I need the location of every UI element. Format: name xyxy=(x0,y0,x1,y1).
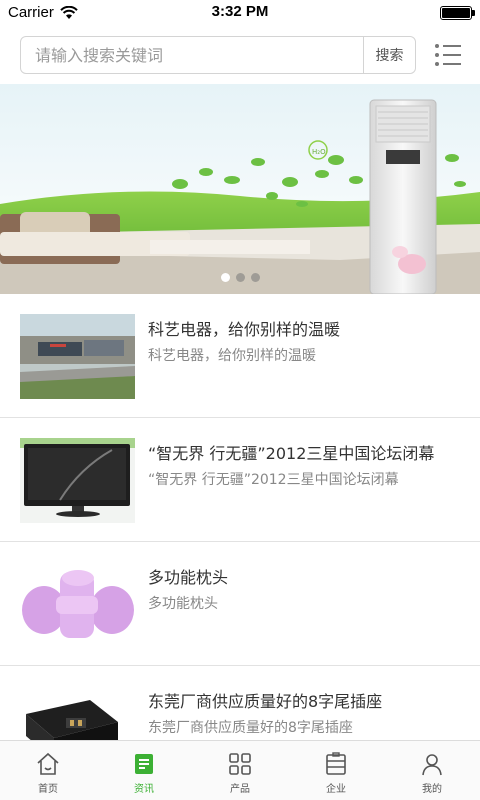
banner-image: H₂O xyxy=(0,84,480,294)
news-item[interactable]: 科艺电器，给你别样的温暖 科艺电器，给你别样的温暖 xyxy=(0,294,480,418)
news-thumbnail xyxy=(20,562,135,647)
search-box: 搜索 xyxy=(20,36,416,74)
news-thumbnail xyxy=(20,438,135,523)
search-input[interactable] xyxy=(21,37,363,73)
news-title: 东莞厂商供应质量好的8字尾插座 xyxy=(148,692,383,711)
clock: 3:32 PM xyxy=(211,3,269,20)
news-summary: “智无界 行无疆”2012三星中国论坛闭幕 xyxy=(148,472,399,488)
user-icon xyxy=(422,754,442,776)
news-summary: 科艺电器，给你别样的温暖 xyxy=(148,348,316,364)
building-icon xyxy=(326,752,346,775)
news-title: 科艺电器，给你别样的温暖 xyxy=(148,320,341,339)
news-title: “智无界 行无疆”2012三星中国论坛闭幕 xyxy=(148,444,435,463)
tab-products[interactable]: 产品 xyxy=(192,741,288,800)
search-header: 搜索 xyxy=(0,26,480,84)
tab-label: 产品 xyxy=(230,784,250,795)
banner-carousel[interactable]: H₂O xyxy=(0,84,480,294)
news-item[interactable]: 多功能枕头 多功能枕头 xyxy=(0,542,480,666)
tab-mine[interactable]: 我的 xyxy=(384,741,480,800)
carousel-dot-1[interactable] xyxy=(220,273,230,282)
news-icon xyxy=(135,754,153,774)
grid-icon xyxy=(229,753,251,775)
search-button[interactable]: 搜索 xyxy=(363,37,415,73)
carousel-dots xyxy=(0,273,480,282)
tab-label: 我的 xyxy=(422,784,442,795)
status-bar: Carrier 3:32 PM xyxy=(0,0,480,26)
tab-company[interactable]: 企业 xyxy=(288,741,384,800)
tab-label: 资讯 xyxy=(134,784,154,795)
news-list: 科艺电器，给你别样的温暖 科艺电器，给你别样的温暖 “智无界 行无疆”2012三… xyxy=(0,294,480,790)
tab-home[interactable]: 首页 xyxy=(0,741,96,800)
news-item[interactable]: “智无界 行无疆”2012三星中国论坛闭幕 “智无界 行无疆”2012三星中国论… xyxy=(0,418,480,542)
banner-badge: H₂O xyxy=(312,148,326,156)
tab-label: 首页 xyxy=(38,784,58,795)
news-title: 多功能枕头 xyxy=(148,568,229,587)
tab-label: 企业 xyxy=(326,784,346,795)
battery-icon xyxy=(440,6,475,20)
news-summary: 东莞厂商供应质量好的8字尾插座 xyxy=(148,720,353,736)
menu-list-icon[interactable] xyxy=(434,43,462,67)
carousel-dot-2[interactable] xyxy=(235,273,245,282)
tab-news[interactable]: 资讯 xyxy=(96,741,192,800)
news-summary: 多功能枕头 xyxy=(148,596,218,612)
home-icon xyxy=(37,752,59,775)
carousel-dot-3[interactable] xyxy=(250,273,260,282)
news-thumbnail xyxy=(20,314,135,399)
bottom-tab-bar: 首页 资讯 产品 企业 我的 xyxy=(0,740,480,800)
